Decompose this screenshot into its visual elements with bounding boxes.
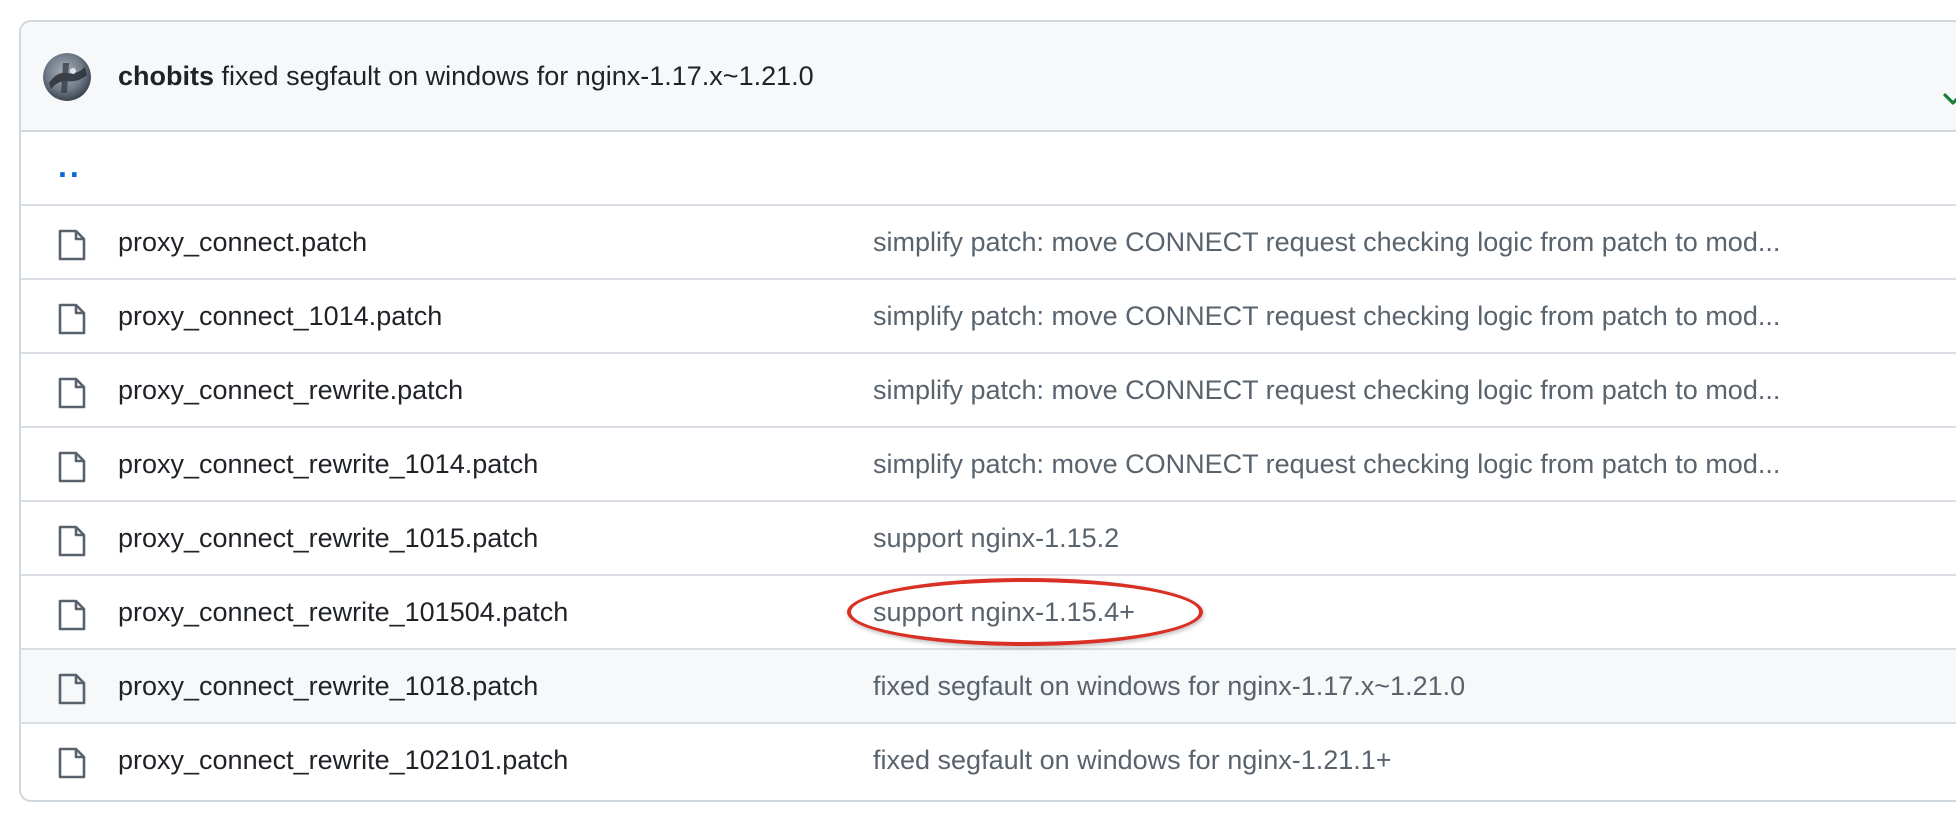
file-row[interactable]: proxy_connect_rewrite.patch simplify pat… <box>21 354 1956 428</box>
file-row[interactable]: proxy_connect_1014.patch simplify patch:… <box>21 280 1956 354</box>
check-icon[interactable] <box>1943 82 1956 113</box>
file-name-link[interactable]: proxy_connect_rewrite_1018.patch <box>118 670 538 702</box>
file-name-link[interactable]: proxy_connect_1014.patch <box>118 300 442 332</box>
parent-directory-link[interactable]: .. <box>58 148 82 185</box>
parent-directory-row[interactable]: .. <box>21 132 1956 206</box>
commit-message-link[interactable]: fixed segfault on windows for nginx-1.17… <box>222 61 814 91</box>
file-commit-message-link[interactable]: fixed segfault on windows for nginx-1.17… <box>873 670 1465 702</box>
file-commit-message-link[interactable]: simplify patch: move CONNECT request che… <box>873 374 1780 406</box>
latest-commit-header: chobits fixed segfault on windows for ng… <box>21 22 1956 132</box>
file-commit-message-link[interactable]: fixed segfault on windows for nginx-1.21… <box>873 744 1392 776</box>
file-icon <box>57 598 87 632</box>
file-commit-message-link[interactable]: support nginx-1.15.2 <box>873 522 1119 554</box>
file-row[interactable]: proxy_connect_rewrite_102101.patch fixed… <box>21 724 1956 796</box>
file-name-link[interactable]: proxy_connect_rewrite.patch <box>118 374 463 406</box>
commit-author-link[interactable]: chobits <box>118 61 214 91</box>
file-icon <box>57 450 87 484</box>
file-name-link[interactable]: proxy_connect_rewrite_1014.patch <box>118 448 538 480</box>
author-avatar[interactable] <box>43 53 91 101</box>
file-row[interactable]: proxy_connect.patch simplify patch: move… <box>21 206 1956 280</box>
file-icon <box>57 672 87 706</box>
file-commit-message-link[interactable]: simplify patch: move CONNECT request che… <box>873 226 1780 258</box>
file-commit-message-link[interactable]: support nginx-1.15.4+ <box>873 596 1135 628</box>
file-name-link[interactable]: proxy_connect_rewrite_101504.patch <box>118 596 568 628</box>
file-row[interactable]: proxy_connect_rewrite_1014.patch simplif… <box>21 428 1956 502</box>
file-name-link[interactable]: proxy_connect_rewrite_102101.patch <box>118 744 568 776</box>
file-row[interactable]: proxy_connect_rewrite_101504.patch suppo… <box>21 576 1956 650</box>
file-list-container: chobits fixed segfault on windows for ng… <box>19 20 1956 802</box>
file-name-link[interactable]: proxy_connect_rewrite_1015.patch <box>118 522 538 554</box>
file-row[interactable]: proxy_connect_rewrite_1018.patch fixed s… <box>21 650 1956 724</box>
file-icon <box>57 302 87 336</box>
file-icon <box>57 746 87 780</box>
file-icon <box>57 228 87 262</box>
file-icon <box>57 524 87 558</box>
file-commit-message-link[interactable]: simplify patch: move CONNECT request che… <box>873 448 1780 480</box>
file-icon <box>57 376 87 410</box>
file-commit-message-link[interactable]: simplify patch: move CONNECT request che… <box>873 300 1780 332</box>
file-row[interactable]: proxy_connect_rewrite_1015.patch support… <box>21 502 1956 576</box>
file-name-link[interactable]: proxy_connect.patch <box>118 226 367 258</box>
